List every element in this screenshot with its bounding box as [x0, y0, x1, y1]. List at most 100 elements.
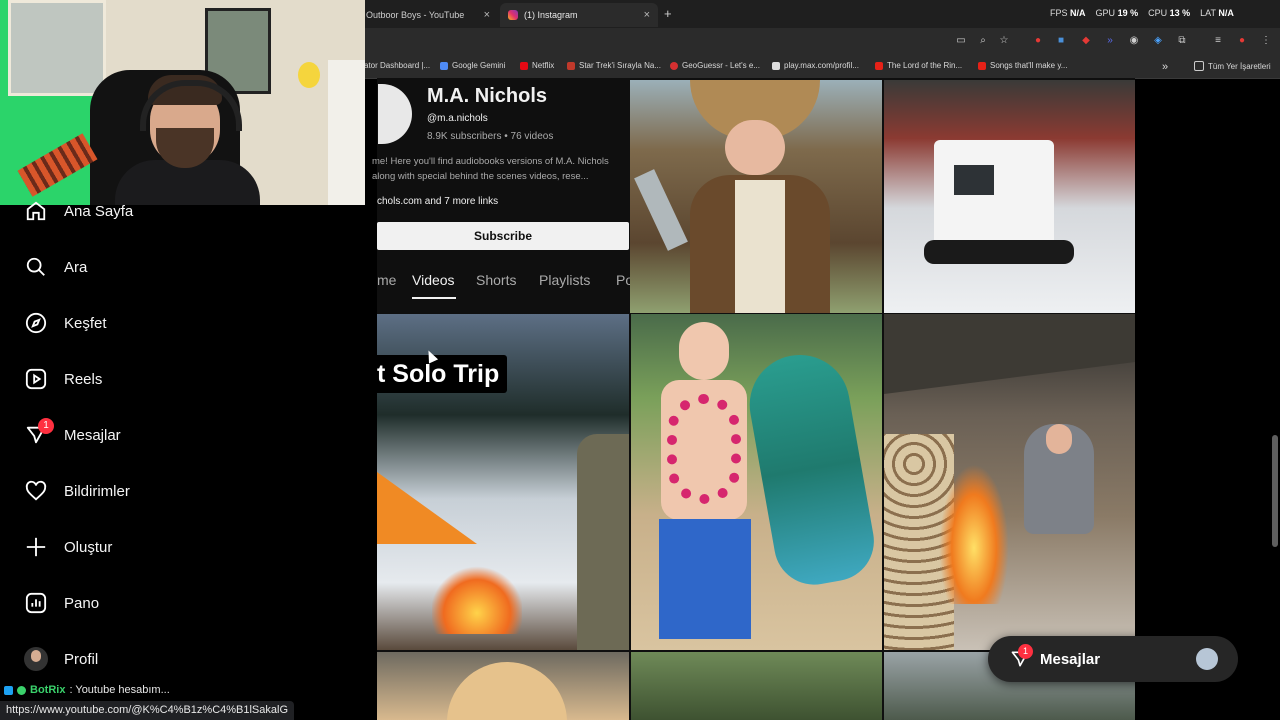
tab-videos[interactable]: Videos [412, 272, 455, 288]
post-thumbnail[interactable] [631, 314, 882, 650]
geoguessr-icon [670, 61, 678, 70]
tab-label: (1) Instagram [524, 10, 578, 20]
bookmark-item[interactable]: Google Gemini [440, 61, 505, 70]
link-status-bar: https://www.youtube.com/@K%C4%B1z%C4%B1l… [0, 701, 295, 720]
post-thumbnail[interactable] [884, 80, 1135, 313]
lei [667, 394, 741, 504]
extension-icon[interactable]: ◉ [1128, 35, 1140, 47]
profile-icon[interactable]: ● [1236, 35, 1248, 47]
webcam-overlay [0, 0, 365, 205]
stat-label: FPS [1050, 8, 1068, 18]
sidebar-item-home[interactable]: Ana Sayfa [24, 191, 133, 231]
sidebar-item-label: Profil [64, 650, 99, 668]
performance-overlay: FPS N/A GPU 19 % CPU 13 % LAT N/A [1050, 8, 1234, 18]
truck-window [954, 165, 994, 195]
stat-label: GPU [1095, 8, 1116, 18]
fire [939, 464, 1009, 604]
hair [447, 662, 567, 720]
close-tab-icon[interactable]: × [484, 9, 490, 21]
post-thumbnail[interactable] [631, 652, 882, 720]
bookmark-label: Google Gemini [452, 61, 506, 70]
child-face [725, 120, 785, 175]
post-thumbnail[interactable] [884, 314, 1135, 650]
extension-icon[interactable]: ◆ [1080, 35, 1092, 47]
bookmark-label: play.max.com/profil... [784, 61, 859, 70]
star-icon[interactable]: ☆ [998, 35, 1010, 47]
extension-icon[interactable]: ◈ [1152, 35, 1164, 47]
home-icon [24, 199, 48, 223]
stat-value: N/A [1070, 8, 1086, 18]
youtube-icon [978, 61, 986, 70]
channel-name[interactable]: M.A. Nichols [427, 85, 547, 108]
notification-badge: 1 [1018, 644, 1033, 659]
compass-icon [24, 311, 48, 335]
sidebar-item-reels[interactable]: Reels [24, 359, 102, 399]
cast-icon[interactable]: ▭ [955, 35, 967, 47]
stat-value: 13 % [1169, 8, 1191, 18]
sidebar-item-label: Oluştur [64, 538, 113, 556]
channel-description[interactable]: me! Here you'll find audiobooks versions… [372, 156, 630, 167]
bookmarks-overflow-button[interactable]: » [1162, 61, 1168, 73]
bookmark-label: ator Dashboard |... [364, 61, 431, 70]
menu-icon[interactable]: ⋮ [1260, 35, 1272, 47]
reels-icon [24, 367, 48, 391]
channel-links[interactable]: chols.com and 7 more links [377, 196, 498, 207]
bookmark-item[interactable]: GeoGuessr - Let's e... [670, 61, 760, 70]
extension-icon[interactable]: ● [1032, 35, 1044, 47]
bookmark-item[interactable]: Songs that'll make y... [978, 61, 1067, 70]
instagram-icon [508, 10, 518, 20]
person-face [1046, 424, 1072, 454]
sidebar-item-dashboard[interactable]: Pano [24, 583, 99, 623]
scrollbar-thumb[interactable] [1272, 435, 1278, 547]
post-thumbnail[interactable] [377, 652, 629, 720]
sidebar-item-profile[interactable]: Profil [24, 639, 98, 679]
post-thumbnail[interactable] [630, 80, 882, 313]
tab-label: Outboor Boys - YouTube [366, 10, 465, 20]
sidebar-item-create[interactable]: Oluştur [24, 527, 112, 567]
truck [934, 140, 1054, 250]
bookmark-item[interactable]: Netflix [520, 61, 554, 70]
sidebar-item-explore[interactable]: Keşfet [24, 303, 107, 343]
extension-icon[interactable]: » [1104, 35, 1116, 47]
extensions-puzzle-icon[interactable]: ⧉ [1176, 35, 1188, 47]
tab-shorts[interactable]: Shorts [476, 272, 516, 288]
avatar [1196, 648, 1218, 670]
zoom-icon[interactable]: ⌕ [977, 35, 989, 47]
active-tab-indicator [412, 297, 456, 299]
dashboard-icon [24, 591, 48, 615]
sidebar-item-label: Ara [64, 258, 88, 276]
plus-icon [24, 535, 48, 559]
stat-label: CPU [1148, 8, 1168, 18]
sidebar-item-notifications[interactable]: Bildirimler [24, 471, 130, 511]
messages-pill-label: Mesajlar [1040, 650, 1101, 668]
all-bookmarks-button[interactable]: Tüm Yer İşaretleri [1194, 61, 1271, 71]
folder-icon [1194, 61, 1204, 71]
sidebar-item-search[interactable]: Ara [24, 247, 87, 287]
new-tab-button[interactable]: + [664, 6, 672, 21]
chat-username: BotRix [30, 684, 66, 696]
tab-youtube[interactable]: Outboor Boys - YouTube × [358, 3, 498, 27]
subscribe-button[interactable]: Subscribe [377, 222, 629, 250]
channel-handle: @m.a.nichols [427, 113, 488, 124]
stat-label: LAT [1200, 8, 1216, 18]
stat-value: N/A [1218, 8, 1234, 18]
plush-toy [298, 62, 320, 88]
tab-instagram[interactable]: (1) Instagram × [500, 3, 658, 27]
bookmark-item[interactable]: ator Dashboard |... [364, 61, 430, 70]
channel-description[interactable]: along with special behind the scenes vid… [372, 171, 630, 182]
tab-playlists[interactable]: Playlists [539, 272, 590, 288]
bookmark-label: Netflix [532, 61, 555, 70]
video-title-overlay: t Solo Trip [377, 355, 508, 393]
search-icon [24, 255, 48, 279]
bookmark-item[interactable]: play.max.com/profil... [772, 61, 859, 70]
bookmark-label: Star Trek'i Sırayla Na... [579, 61, 661, 70]
fire [432, 564, 522, 634]
close-tab-icon[interactable]: × [644, 9, 650, 21]
shorts [659, 519, 751, 639]
bookmark-item[interactable]: The Lord of the Rin... [875, 61, 962, 70]
tab-search-icon[interactable]: ≡ [1212, 35, 1224, 47]
extension-icon[interactable]: ■ [1055, 35, 1067, 47]
bookmark-item[interactable]: Star Trek'i Sırayla Na... [567, 61, 661, 70]
tab-home[interactable]: me [377, 272, 396, 288]
sidebar-item-label: Mesajlar [64, 426, 121, 444]
